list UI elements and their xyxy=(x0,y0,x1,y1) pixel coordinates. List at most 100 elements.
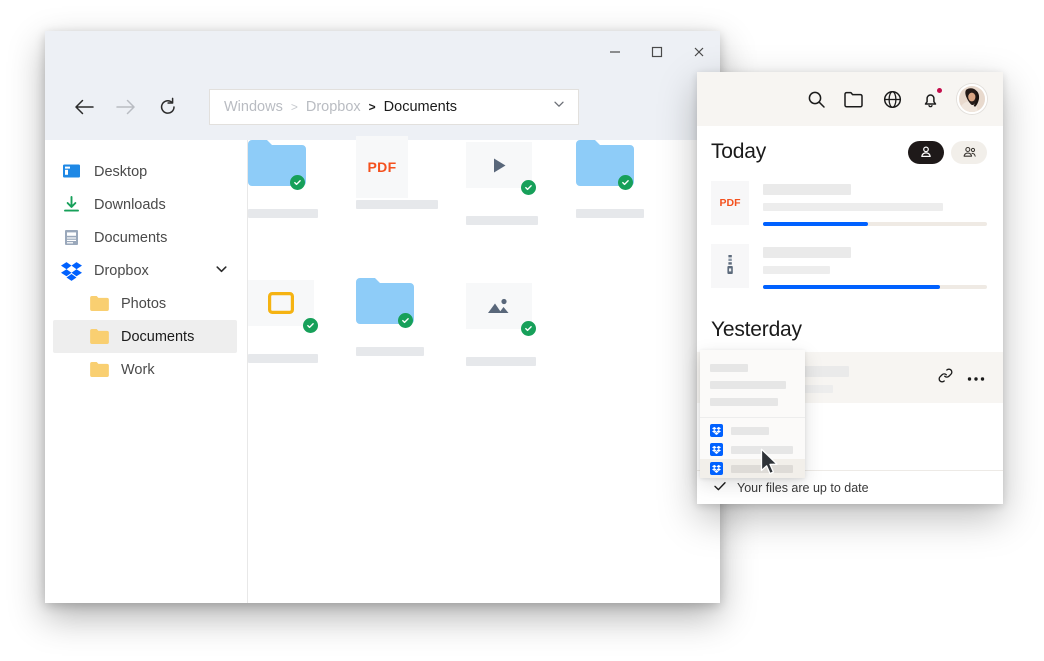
globe-icon[interactable] xyxy=(881,88,903,110)
sidebar-item-dropbox[interactable]: Dropbox xyxy=(45,254,247,287)
breadcrumb: Windows > Dropbox > Documents xyxy=(224,99,552,115)
context-menu-item[interactable] xyxy=(700,359,805,376)
sidebar-item-label: Documents xyxy=(94,229,168,246)
folder-icon xyxy=(89,293,110,314)
person-icon xyxy=(921,146,931,157)
shared-filter-toggle[interactable] xyxy=(951,140,987,164)
sidebar-item-label: Desktop xyxy=(94,163,148,180)
file-name-placeholder xyxy=(356,347,424,356)
sidebar-item-label: Dropbox xyxy=(94,262,149,279)
sync-check-badge xyxy=(398,313,413,328)
refresh-button[interactable] xyxy=(149,88,187,126)
grid-item-folder[interactable] xyxy=(248,140,343,218)
grid-item-video[interactable] xyxy=(466,142,561,225)
progress-track xyxy=(763,222,987,226)
chevron-down-icon[interactable] xyxy=(552,97,566,116)
dropbox-icon xyxy=(710,462,723,475)
file-name-placeholder xyxy=(466,216,538,225)
pdf-icon: PDF xyxy=(711,181,749,225)
folder-icon xyxy=(89,326,110,347)
file-name-placeholder xyxy=(248,354,318,363)
close-button[interactable] xyxy=(678,31,720,73)
grid-item-slide[interactable] xyxy=(248,280,343,363)
documents-icon xyxy=(61,227,82,248)
file-meta-placeholder xyxy=(763,203,943,211)
sync-check-badge xyxy=(290,175,305,190)
context-menu-dropbox-item[interactable] xyxy=(700,459,805,478)
filter-toggles xyxy=(908,140,987,164)
video-thumbnail xyxy=(466,142,536,195)
chevron-down-icon[interactable] xyxy=(214,261,229,280)
grid-item-folder[interactable] xyxy=(576,140,671,218)
minimize-button[interactable] xyxy=(594,31,636,73)
folder-thumbnail xyxy=(356,278,422,330)
slide-icon xyxy=(268,292,294,314)
sidebar-item-desktop[interactable]: Desktop xyxy=(45,155,247,188)
dropbox-icon xyxy=(710,443,723,456)
sync-check-badge xyxy=(618,175,633,190)
notification-dot xyxy=(937,88,942,93)
back-button[interactable] xyxy=(65,88,103,126)
breadcrumb-item-dropbox[interactable]: Dropbox xyxy=(306,99,361,115)
personal-filter-toggle[interactable] xyxy=(908,140,944,164)
context-menu-item[interactable] xyxy=(700,393,805,410)
breadcrumb-separator: > xyxy=(368,99,376,114)
context-menu-dropbox-item[interactable] xyxy=(700,440,805,459)
maximize-button[interactable] xyxy=(636,31,678,73)
user-avatar[interactable] xyxy=(957,84,987,114)
slide-file-card xyxy=(248,280,314,326)
section-header-today: Today xyxy=(697,126,1003,172)
file-name-placeholder xyxy=(763,247,851,258)
sync-check-badge xyxy=(521,180,536,195)
photo-icon xyxy=(488,298,509,313)
sidebar-item-documents-sub[interactable]: Documents xyxy=(53,320,237,353)
pdf-label: PDF xyxy=(367,159,397,175)
more-options-icon[interactable] xyxy=(967,369,985,387)
context-menu-item[interactable] xyxy=(700,376,805,393)
mouse-cursor xyxy=(760,448,780,481)
window-controls xyxy=(594,31,720,73)
breadcrumb-item-windows[interactable]: Windows xyxy=(224,99,283,115)
grid-item-folder[interactable] xyxy=(356,278,451,356)
bell-icon[interactable] xyxy=(919,88,942,110)
sidebar-item-label: Photos xyxy=(121,295,167,312)
section-header-yesterday: Yesterday xyxy=(697,298,1003,352)
sidebar-item-label: Downloads xyxy=(94,196,166,213)
folder-icon xyxy=(89,359,110,380)
copy-link-icon[interactable] xyxy=(937,367,954,389)
row-actions xyxy=(937,367,987,389)
breadcrumb-separator: > xyxy=(290,99,298,114)
slide-thumbnail xyxy=(248,280,318,333)
people-icon xyxy=(963,146,976,157)
window-body: Desktop Downloads Documents Dropbox Photos Do… xyxy=(45,136,805,603)
upload-info xyxy=(763,244,987,289)
upload-row-zip[interactable] xyxy=(697,235,1003,298)
file-name-placeholder xyxy=(248,209,318,218)
section-title: Today xyxy=(711,140,767,163)
context-menu-dropbox-item[interactable] xyxy=(700,421,805,440)
grid-item-pdf[interactable]: PDF xyxy=(356,136,451,209)
forward-button[interactable] xyxy=(107,88,145,126)
sidebar-item-documents[interactable]: Documents xyxy=(45,221,247,254)
folder-icon[interactable] xyxy=(843,88,865,110)
address-bar[interactable]: Windows > Dropbox > Documents xyxy=(209,88,579,125)
sidebar-item-photos-sub[interactable]: Photos xyxy=(45,287,247,320)
upload-row-pdf[interactable]: PDF xyxy=(697,172,1003,235)
sync-check-badge xyxy=(521,321,536,336)
sidebar-item-work-sub[interactable]: Work xyxy=(45,353,247,386)
desktop-icon xyxy=(61,161,82,182)
context-menu-dropbox-group xyxy=(700,421,805,478)
file-name-placeholder xyxy=(576,209,644,218)
breadcrumb-item-documents[interactable]: Documents xyxy=(384,99,457,115)
search-icon[interactable] xyxy=(805,88,827,110)
context-menu-placeholders xyxy=(700,359,805,410)
context-menu-divider xyxy=(700,417,805,418)
file-grid: PDF xyxy=(248,136,805,603)
folder-thumbnail xyxy=(576,140,642,192)
context-menu[interactable] xyxy=(700,350,805,478)
sidebar-item-downloads[interactable]: Downloads xyxy=(45,188,247,221)
play-icon xyxy=(493,158,505,172)
progress-track xyxy=(763,285,987,289)
dropbox-icon xyxy=(61,260,82,281)
grid-item-image[interactable] xyxy=(466,283,561,366)
